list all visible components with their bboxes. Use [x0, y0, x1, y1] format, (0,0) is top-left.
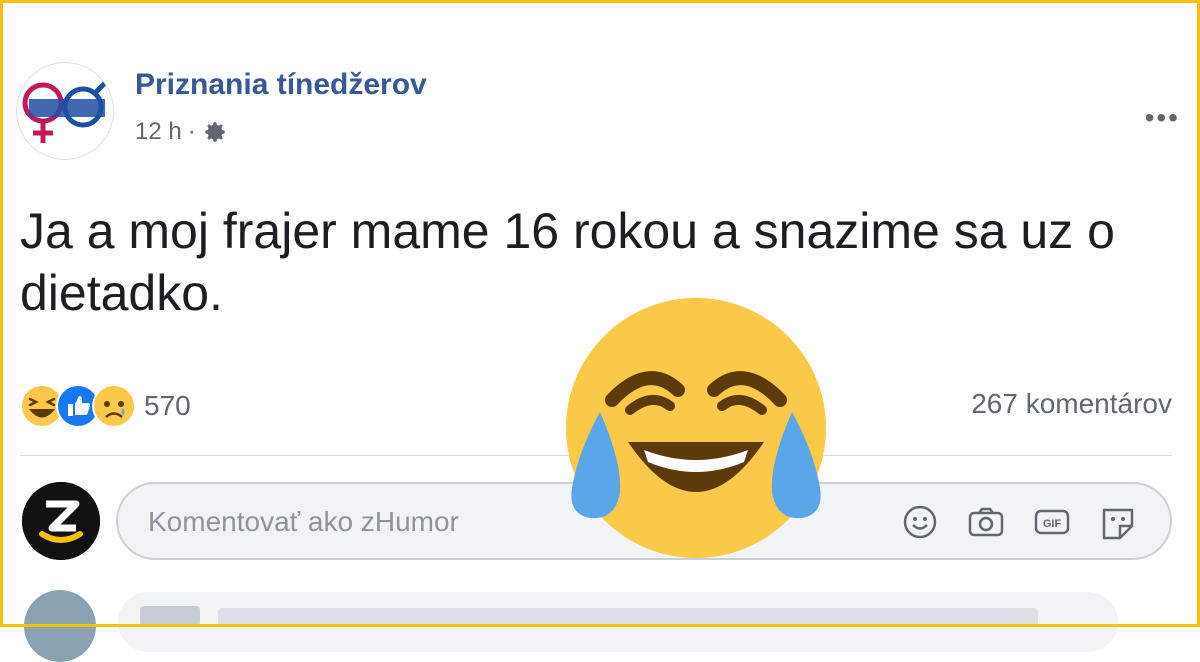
comment-text-blurred: [218, 608, 1038, 626]
gear-icon: [204, 122, 225, 142]
commenter-avatar[interactable]: [24, 590, 96, 662]
camera-icon[interactable]: [964, 500, 1008, 544]
comment-author-blurred: [140, 606, 200, 626]
zhumor-logo-icon: [22, 482, 100, 560]
page-avatar[interactable]: [16, 62, 114, 160]
page-name[interactable]: Priznania tínedžerov: [135, 68, 427, 102]
post-meta: 12 h ·: [135, 118, 228, 146]
post-time[interactable]: 12 h: [135, 118, 182, 146]
more-options-button[interactable]: •••: [1145, 104, 1180, 132]
sad-icon: [92, 384, 136, 428]
tears-of-joy-emoji-icon: [566, 298, 826, 558]
comment-placeholder: Komentovať ako zHumor: [148, 506, 459, 537]
emoji-icon[interactable]: [898, 500, 942, 544]
meta-separator: ·: [187, 118, 196, 145]
svg-text:GIF: GIF: [1043, 518, 1062, 530]
page-logo-icon: [18, 64, 112, 158]
sticker-icon[interactable]: [1096, 500, 1140, 544]
gif-icon[interactable]: GIF: [1030, 500, 1074, 544]
comment-count[interactable]: 267 komentárov: [971, 388, 1172, 420]
user-avatar: [22, 482, 100, 560]
reaction-count[interactable]: 570: [144, 390, 191, 422]
next-comment: [118, 592, 1118, 652]
reactions-summary[interactable]: 570: [20, 384, 191, 428]
